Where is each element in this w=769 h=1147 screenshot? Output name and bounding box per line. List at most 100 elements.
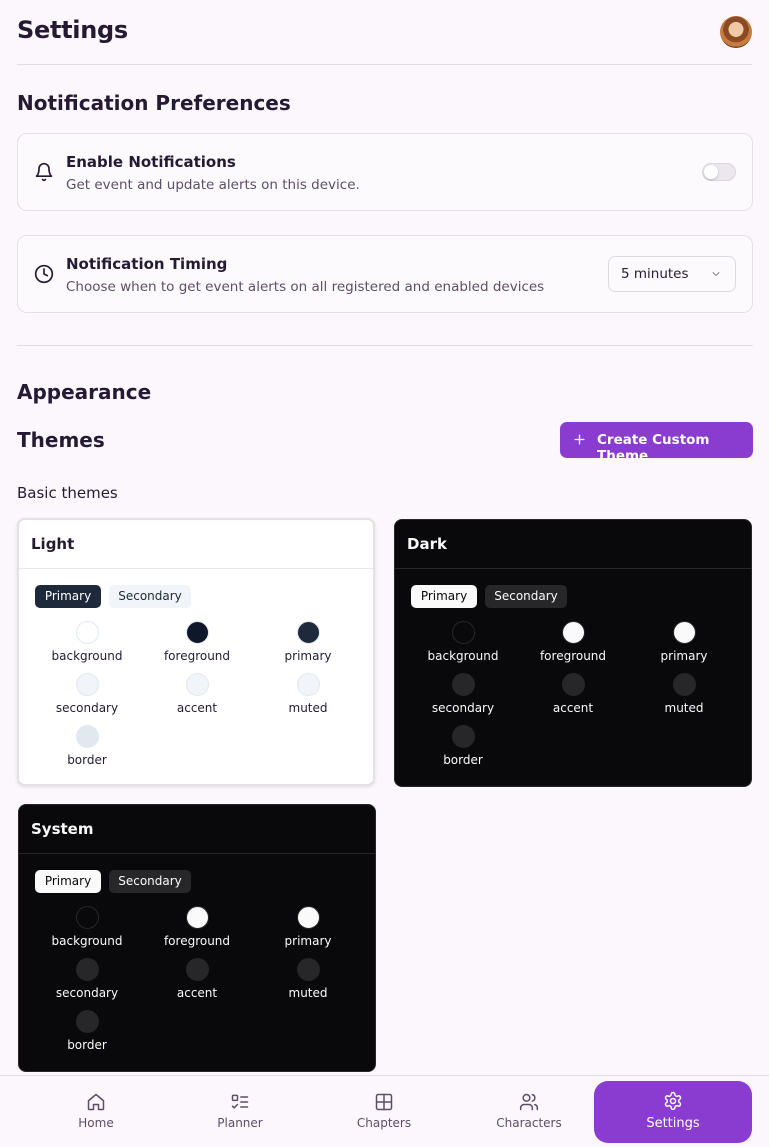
swatch-color-dot [76, 1010, 99, 1033]
swatch-muted: muted [253, 673, 363, 725]
swatch-label: background [51, 934, 123, 948]
swatch-border: border [408, 725, 518, 777]
swatch-secondary: secondary [408, 673, 518, 725]
swatch-muted: muted [629, 673, 739, 725]
swatch-color-dot [297, 958, 320, 981]
swatch-label: secondary [431, 701, 495, 715]
swatch-label: border [443, 753, 483, 767]
swatch-color-dot [186, 673, 209, 696]
theme-tab-secondary[interactable]: Secondary [485, 585, 567, 608]
nav-item-home[interactable]: Home [21, 1076, 171, 1147]
swatch-label: muted [288, 701, 328, 715]
user-avatar[interactable] [720, 16, 752, 48]
swatch-color-dot [186, 906, 209, 929]
swatch-label: foreground [163, 934, 231, 948]
swatch-color-dot [76, 725, 99, 748]
swatch-foreground: foreground [142, 906, 252, 958]
themes-title: Themes [17, 428, 105, 452]
swatch-border: border [32, 1010, 142, 1062]
theme-card-system[interactable]: System Primary Secondary background foregrou… [18, 804, 376, 1072]
create-custom-theme-button[interactable]: Create Custom Theme [560, 422, 753, 464]
swatch-foreground: foreground [142, 621, 252, 673]
header: Settings [17, 0, 752, 65]
enable-notifications-toggle[interactable] [702, 163, 736, 181]
swatch-border: border [32, 725, 142, 777]
swatch-primary: primary [253, 621, 363, 673]
swatch-color-dot [297, 673, 320, 696]
swatch-color-dot [673, 673, 696, 696]
nav-item-settings[interactable]: Settings [594, 1081, 752, 1143]
section-divider [17, 345, 753, 346]
theme-card-dark[interactable]: Dark Primary Secondary background foreground… [394, 519, 752, 787]
theme-name-light: Light [31, 535, 75, 553]
swatch-primary: primary [629, 621, 739, 673]
swatch-label: border [67, 753, 107, 767]
theme-name-dark: Dark [407, 535, 447, 553]
theme-tab-primary[interactable]: Primary [35, 870, 101, 893]
basic-themes-label: Basic themes [17, 484, 118, 502]
swatch-color-dot [452, 673, 475, 696]
nav-label-chapters: Chapters [356, 1116, 412, 1130]
users-icon [519, 1093, 539, 1111]
theme-card-divider [19, 568, 373, 569]
swatch-label: accent [176, 701, 218, 715]
home-icon [87, 1093, 105, 1111]
swatch-color-dot [186, 621, 209, 644]
settings-page: Settings Notification Preferences Enable… [0, 0, 769, 1147]
swatch-label: primary [660, 649, 708, 663]
swatch-background: background [32, 621, 142, 673]
swatch-color-dot [76, 906, 99, 929]
swatch-label: muted [288, 986, 328, 1000]
swatch-label: secondary [55, 986, 119, 1000]
swatch-label: primary [284, 934, 332, 948]
swatch-color-dot [186, 958, 209, 981]
plus-icon [574, 434, 585, 445]
theme-card-light[interactable]: Light Primary Secondary background foregroun… [17, 518, 375, 786]
theme-tab-secondary[interactable]: Secondary [109, 870, 191, 893]
notification-timing-select[interactable]: 5 minutes [608, 256, 736, 292]
bell-icon [35, 162, 53, 182]
swatch-label: background [51, 649, 123, 663]
swatch-label: border [67, 1038, 107, 1052]
theme-tab-secondary[interactable]: Secondary [109, 585, 191, 608]
notification-timing-value: 5 minutes [621, 266, 689, 282]
nav-item-planner[interactable]: Planner [165, 1076, 315, 1147]
grid-icon [375, 1093, 393, 1111]
swatch-label: secondary [55, 701, 119, 715]
theme-name-system: System [31, 820, 94, 838]
nav-item-characters[interactable]: Characters [454, 1076, 604, 1147]
swatch-color-dot [452, 725, 475, 748]
bottom-nav: Home Planner Chapters Characters Setting… [0, 1075, 769, 1147]
nav-item-chapters[interactable]: Chapters [309, 1076, 459, 1147]
swatch-primary: primary [253, 906, 363, 958]
swatch-secondary: secondary [32, 958, 142, 1010]
notification-timing-title: Notification Timing [66, 255, 228, 273]
enable-notifications-title: Enable Notifications [66, 153, 236, 171]
nav-label-planner: Planner [217, 1116, 263, 1130]
page-title: Settings [17, 16, 128, 44]
nav-label-settings: Settings [646, 1116, 700, 1131]
enable-notifications-card: Enable Notifications Get event and updat… [17, 133, 753, 211]
swatch-color-dot [297, 906, 320, 929]
swatch-color-dot [673, 621, 696, 644]
swatch-accent: accent [518, 673, 628, 725]
swatch-color-dot [297, 621, 320, 644]
theme-tab-primary[interactable]: Primary [35, 585, 101, 608]
swatch-label: primary [284, 649, 332, 663]
notification-preferences-title: Notification Preferences [17, 91, 291, 115]
swatch-secondary: secondary [32, 673, 142, 725]
create-custom-theme-label: Create Custom Theme [597, 432, 710, 464]
swatch-label: accent [176, 986, 218, 1000]
notification-timing-description: Choose when to get event alerts on all r… [66, 279, 545, 295]
checklist-icon [231, 1094, 249, 1109]
swatch-accent: accent [142, 958, 252, 1010]
theme-card-divider [19, 853, 375, 854]
theme-card-divider [395, 568, 751, 569]
swatch-accent: accent [142, 673, 252, 725]
swatch-label: foreground [539, 649, 607, 663]
theme-tab-primary[interactable]: Primary [411, 585, 477, 608]
clock-icon [34, 264, 54, 284]
notification-timing-card: Notification Timing Choose when to get e… [17, 235, 753, 313]
swatch-background: background [408, 621, 518, 673]
swatch-label: foreground [163, 649, 231, 663]
